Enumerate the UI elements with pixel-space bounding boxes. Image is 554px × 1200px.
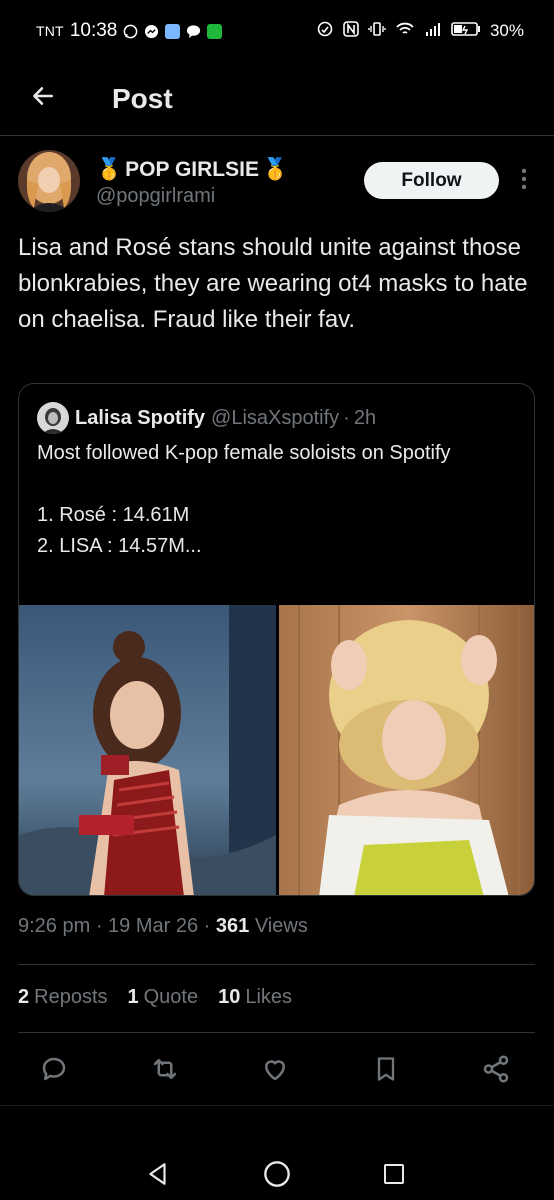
- separator-dot: ·: [203, 915, 216, 937]
- top-bar: Post: [0, 62, 554, 136]
- square-recents-icon: [382, 1162, 406, 1191]
- system-nav-bar: [0, 1105, 554, 1200]
- reposts-count: 2: [18, 986, 30, 1008]
- nfc-icon: [343, 20, 359, 42]
- repost-icon: [149, 1054, 181, 1089]
- wifi-icon: [395, 21, 415, 42]
- medal-icon: 🥇: [261, 158, 289, 181]
- green-app-icon: [207, 23, 223, 39]
- author-name-label: POP GIRLSIE: [125, 158, 259, 181]
- quoted-author-handle: @LisaXspotify: [211, 406, 340, 429]
- clock: 10:38: [69, 20, 118, 41]
- separator-dot: ·: [343, 406, 350, 429]
- avatar[interactable]: [18, 150, 80, 212]
- quoted-avatar: [37, 402, 69, 434]
- reposts-label: Reposts: [34, 986, 108, 1008]
- reply-button[interactable]: [35, 1052, 73, 1090]
- follow-button[interactable]: Follow: [364, 162, 499, 199]
- signal-icon: [316, 21, 334, 42]
- vibrate-icon: [368, 21, 386, 42]
- quoted-author-name: Lalisa Spotify: [75, 406, 206, 429]
- nav-back-button[interactable]: [136, 1154, 180, 1198]
- separator-dot: ·: [95, 915, 109, 937]
- nav-recents-button[interactable]: [372, 1154, 416, 1198]
- action-bar: [35, 1052, 515, 1090]
- nav-home-button[interactable]: [255, 1154, 299, 1198]
- likes-label: Likes: [245, 986, 293, 1008]
- likes-stat[interactable]: 10 Likes: [218, 986, 292, 1009]
- carrier-label: TNT: [36, 23, 64, 39]
- back-button[interactable]: [18, 74, 68, 124]
- medal-icon: 🥇: [96, 158, 123, 181]
- status-bar: TNT 10:38 30%: [0, 0, 554, 62]
- app-icon: [165, 23, 181, 39]
- reply-icon: [39, 1054, 69, 1089]
- author-handle[interactable]: @popgirlrami: [96, 185, 288, 208]
- divider: [18, 964, 535, 965]
- bookmark-icon: [372, 1054, 400, 1089]
- media-image-left[interactable]: [19, 605, 276, 895]
- share-button[interactable]: [477, 1052, 515, 1090]
- triangle-back-icon: [145, 1161, 171, 1192]
- like-button[interactable]: [256, 1052, 294, 1090]
- bookmark-button[interactable]: [367, 1052, 405, 1090]
- post-date: 19 Mar 26: [108, 915, 199, 937]
- more-vertical-icon: [521, 168, 527, 195]
- battery-icon: [451, 21, 481, 42]
- quotes-count: 1: [127, 986, 139, 1008]
- share-icon: [481, 1054, 511, 1089]
- quoted-media: [19, 605, 534, 895]
- more-options-button[interactable]: [512, 166, 536, 196]
- quoted-post-text: Most followed K-pop female soloists on S…: [37, 442, 451, 557]
- page-title: Post: [112, 82, 173, 114]
- engagement-stats: 2 Reposts 1 Quote 10 Likes: [18, 986, 292, 1009]
- circle-home-icon: [263, 1160, 291, 1193]
- quotes-stat[interactable]: 1 Quote: [128, 986, 199, 1009]
- post-text: Lisa and Rosé stans should unite against…: [18, 234, 528, 333]
- cell-signal-icon: [424, 21, 442, 42]
- heart-icon: [260, 1054, 290, 1089]
- post-author: 🥇 POP GIRLSIE 🥇 @popgirlrami Follow: [18, 150, 538, 222]
- divider: [18, 1032, 535, 1033]
- whatsapp-icon: [123, 24, 138, 39]
- quotes-label: Quote: [143, 986, 199, 1008]
- reposts-stat[interactable]: 2 Reposts: [18, 986, 108, 1009]
- battery-percent: 30%: [489, 21, 524, 40]
- chat-icon: [186, 24, 201, 39]
- quoted-post-time: 2h: [353, 406, 377, 429]
- messenger-icon: [144, 24, 159, 39]
- author-name[interactable]: 🥇 POP GIRLSIE 🥇: [96, 158, 288, 182]
- post-time: 9:26 pm: [18, 915, 91, 937]
- quoted-post-header: Lalisa Spotify @LisaXspotify · 2h: [37, 402, 376, 434]
- quoted-post[interactable]: Lalisa Spotify @LisaXspotify · 2h Most f…: [18, 383, 535, 896]
- arrow-left-icon: [30, 83, 56, 114]
- post-meta: 9:26 pm · 19 Mar 26 · 361 Views: [18, 915, 308, 938]
- views-label: Views: [254, 915, 308, 937]
- repost-button[interactable]: [146, 1052, 184, 1090]
- likes-count: 10: [218, 986, 241, 1008]
- views-count: 361: [215, 915, 250, 937]
- media-image-right[interactable]: [279, 605, 534, 895]
